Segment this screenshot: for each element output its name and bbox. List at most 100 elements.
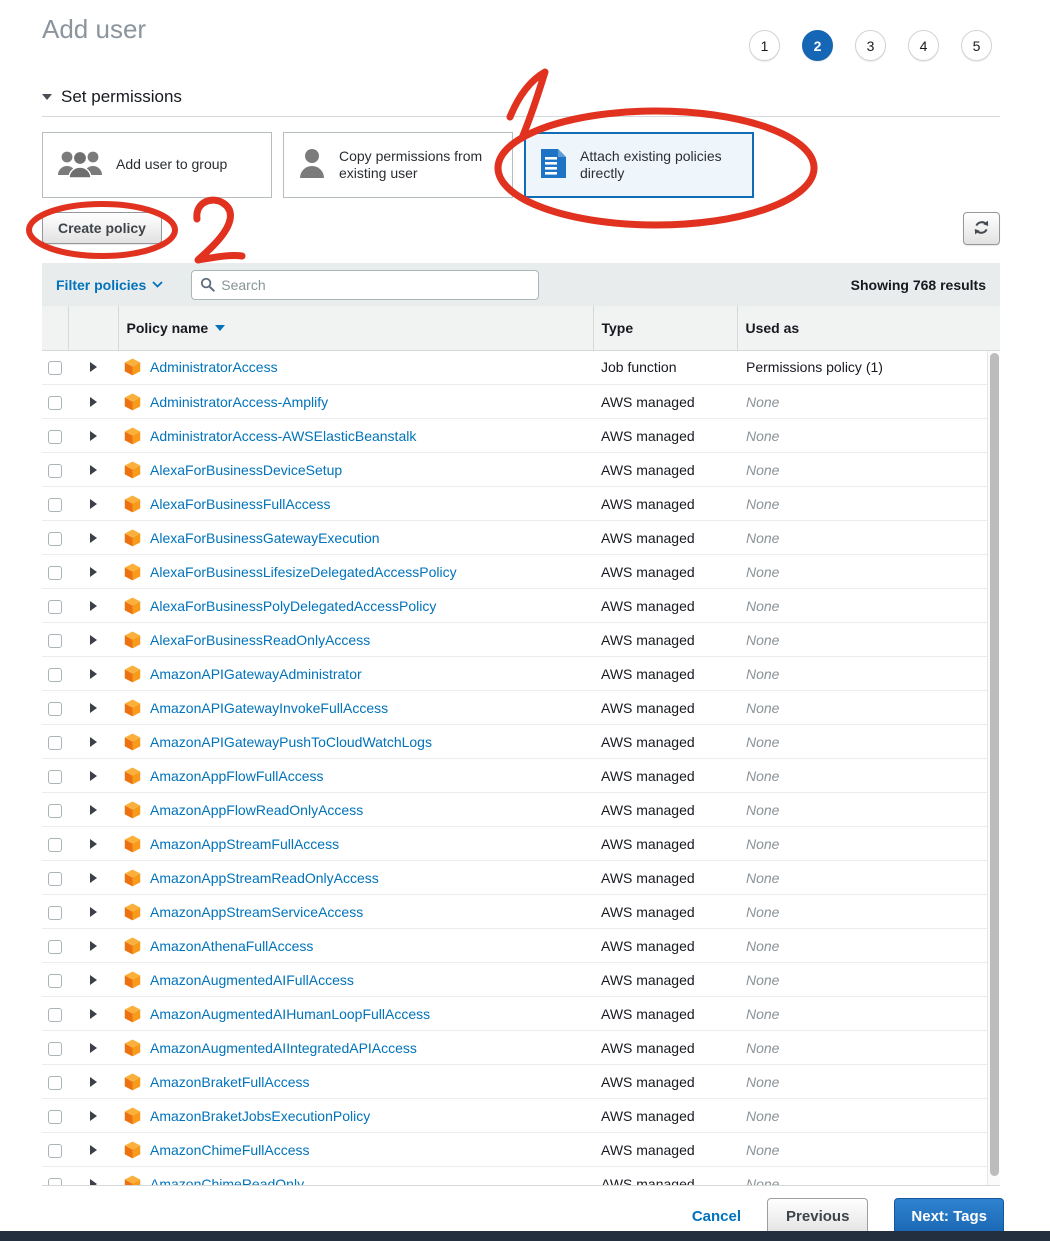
policy-name-link[interactable]: AmazonBraketFullAccess	[150, 1074, 310, 1090]
row-checkbox[interactable]	[48, 361, 62, 375]
policy-name-link[interactable]: AdministratorAccess-Amplify	[150, 394, 328, 410]
table-scrollbar[interactable]	[987, 351, 1000, 1185]
row-checkbox[interactable]	[48, 1042, 62, 1056]
policy-name-link[interactable]: AmazonAPIGatewayPushToCloudWatchLogs	[150, 734, 432, 750]
filter-policies-dropdown[interactable]: Filter policies	[56, 277, 163, 293]
expand-arrow-icon[interactable]	[90, 771, 97, 781]
user-icon	[298, 148, 326, 183]
row-checkbox[interactable]	[48, 634, 62, 648]
row-checkbox[interactable]	[48, 464, 62, 478]
expand-arrow-icon[interactable]	[90, 1043, 97, 1053]
policy-name-link[interactable]: AlexaForBusinessFullAccess	[150, 496, 331, 512]
table-row: AmazonAPIGatewayInvokeFullAccess AWS man…	[42, 691, 1000, 725]
policy-name-link[interactable]: AmazonAppFlowReadOnlyAccess	[150, 802, 363, 818]
policy-name-link[interactable]: AdministratorAccess	[150, 359, 278, 375]
policy-name-link[interactable]: AlexaForBusinessLifesizeDelegatedAccessP…	[150, 564, 457, 580]
row-checkbox[interactable]	[48, 566, 62, 580]
row-checkbox[interactable]	[48, 770, 62, 784]
scrollbar-thumb[interactable]	[990, 353, 999, 1176]
policy-name-link[interactable]: AlexaForBusinessPolyDelegatedAccessPolic…	[150, 598, 436, 614]
policy-cube-icon	[124, 835, 141, 853]
policy-name-link[interactable]: AmazonAugmentedAIHumanLoopFullAccess	[150, 1006, 430, 1022]
policy-name-link[interactable]: AmazonAPIGatewayAdministrator	[150, 666, 362, 682]
header-policy-name[interactable]: Policy name	[118, 306, 593, 350]
row-checkbox[interactable]	[48, 1178, 62, 1185]
policy-name-link[interactable]: AlexaForBusinessDeviceSetup	[150, 462, 342, 478]
expand-arrow-icon[interactable]	[90, 601, 97, 611]
expand-arrow-icon[interactable]	[90, 431, 97, 441]
policy-name-link[interactable]: AmazonBraketJobsExecutionPolicy	[150, 1108, 370, 1124]
policy-name-link[interactable]: AlexaForBusinessGatewayExecution	[150, 530, 380, 546]
expand-arrow-icon[interactable]	[90, 941, 97, 951]
expand-arrow-icon[interactable]	[90, 1111, 97, 1121]
row-checkbox[interactable]	[48, 1110, 62, 1124]
expand-arrow-icon[interactable]	[90, 362, 97, 372]
row-checkbox[interactable]	[48, 396, 62, 410]
policy-name-link[interactable]: AdministratorAccess-AWSElasticBeanstalk	[150, 428, 416, 444]
set-permissions-header[interactable]: Set permissions	[42, 87, 1050, 107]
refresh-button[interactable]	[963, 212, 1000, 245]
option-copy-permissions[interactable]: Copy permissions from existing user	[283, 132, 513, 198]
policy-name-link[interactable]: AmazonChimeReadOnly	[150, 1176, 304, 1185]
expand-arrow-icon[interactable]	[90, 1077, 97, 1087]
next-tags-button[interactable]: Next: Tags	[894, 1198, 1004, 1235]
expand-arrow-icon[interactable]	[90, 465, 97, 475]
expand-arrow-icon[interactable]	[90, 907, 97, 917]
row-checkbox[interactable]	[48, 940, 62, 954]
step-5: 5	[961, 30, 992, 61]
expand-arrow-icon[interactable]	[90, 669, 97, 679]
policy-name-link[interactable]: AlexaForBusinessReadOnlyAccess	[150, 632, 370, 648]
row-checkbox[interactable]	[48, 430, 62, 444]
policy-name-link[interactable]: AmazonAppStreamServiceAccess	[150, 904, 363, 920]
policy-type: AWS managed	[593, 997, 737, 1031]
row-checkbox[interactable]	[48, 702, 62, 716]
policy-used-as: None	[737, 1065, 1000, 1099]
create-policy-button[interactable]: Create policy	[42, 212, 162, 244]
policy-name-link[interactable]: AmazonAppFlowFullAccess	[150, 768, 324, 784]
policy-name-link[interactable]: AmazonAugmentedAIIntegratedAPIAccess	[150, 1040, 417, 1056]
policy-name-link[interactable]: AmazonChimeFullAccess	[150, 1142, 310, 1158]
expand-arrow-icon[interactable]	[90, 703, 97, 713]
policy-name-link[interactable]: AmazonAppStreamReadOnlyAccess	[150, 870, 379, 886]
option-add-user-to-group[interactable]: Add user to group	[42, 132, 272, 198]
expand-arrow-icon[interactable]	[90, 567, 97, 577]
expand-arrow-icon[interactable]	[90, 873, 97, 883]
expand-arrow-icon[interactable]	[90, 1145, 97, 1155]
row-checkbox[interactable]	[48, 838, 62, 852]
policy-name-link[interactable]: AmazonAppStreamFullAccess	[150, 836, 339, 852]
search-input[interactable]	[221, 277, 530, 293]
expand-arrow-icon[interactable]	[90, 1179, 97, 1185]
expand-arrow-icon[interactable]	[90, 737, 97, 747]
policy-name-link[interactable]: AmazonAthenaFullAccess	[150, 938, 313, 954]
policy-cube-icon	[124, 937, 141, 955]
table-row: AdministratorAccess-AWSElasticBeanstalk …	[42, 419, 1000, 453]
expand-arrow-icon[interactable]	[90, 533, 97, 543]
expand-arrow-icon[interactable]	[90, 975, 97, 985]
row-checkbox[interactable]	[48, 532, 62, 546]
previous-button[interactable]: Previous	[767, 1198, 868, 1235]
expand-arrow-icon[interactable]	[90, 499, 97, 509]
expand-arrow-icon[interactable]	[90, 1009, 97, 1019]
policy-name-link[interactable]: AmazonAugmentedAIFullAccess	[150, 972, 354, 988]
policy-type: AWS managed	[593, 759, 737, 793]
row-checkbox[interactable]	[48, 1144, 62, 1158]
policy-type: AWS managed	[593, 419, 737, 453]
expand-arrow-icon[interactable]	[90, 839, 97, 849]
row-checkbox[interactable]	[48, 668, 62, 682]
cancel-button[interactable]: Cancel	[692, 1208, 741, 1225]
row-checkbox[interactable]	[48, 804, 62, 818]
header-select-column	[42, 306, 68, 350]
row-checkbox[interactable]	[48, 872, 62, 886]
expand-arrow-icon[interactable]	[90, 397, 97, 407]
policy-name-link[interactable]: AmazonAPIGatewayInvokeFullAccess	[150, 700, 388, 716]
option-attach-existing-policies[interactable]: Attach existing policies directly	[524, 132, 754, 198]
row-checkbox[interactable]	[48, 498, 62, 512]
row-checkbox[interactable]	[48, 974, 62, 988]
row-checkbox[interactable]	[48, 906, 62, 920]
row-checkbox[interactable]	[48, 736, 62, 750]
expand-arrow-icon[interactable]	[90, 805, 97, 815]
row-checkbox[interactable]	[48, 1008, 62, 1022]
row-checkbox[interactable]	[48, 1076, 62, 1090]
row-checkbox[interactable]	[48, 600, 62, 614]
expand-arrow-icon[interactable]	[90, 635, 97, 645]
